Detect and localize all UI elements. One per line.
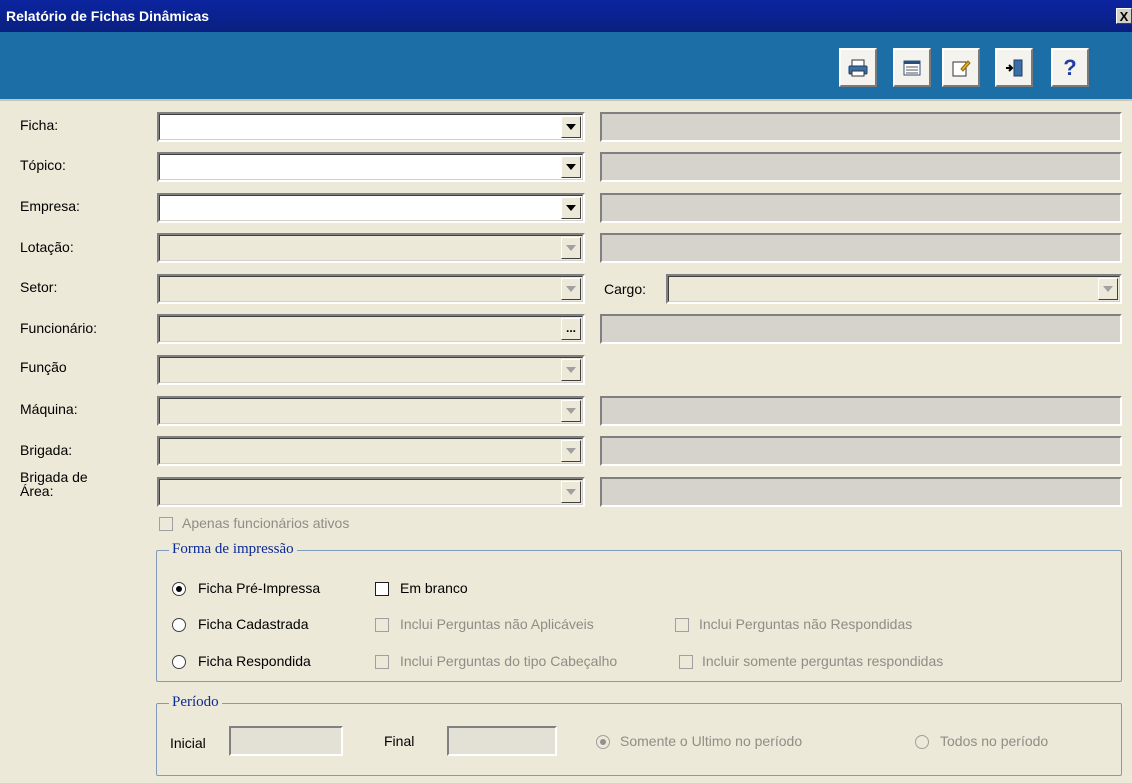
chevron-down-icon[interactable]	[561, 481, 581, 503]
nao-respondidas-checkbox[interactable]	[675, 618, 689, 632]
lotacao-select[interactable]	[157, 233, 585, 263]
ficha-description	[600, 112, 1122, 142]
chevron-down-icon[interactable]	[561, 440, 581, 462]
maquina-label: Máquina:	[20, 401, 78, 417]
topico-select[interactable]	[157, 152, 585, 182]
radio-cadastrada[interactable]	[172, 618, 186, 632]
edit-note-icon	[952, 59, 971, 76]
title-bar: Relatório de Fichas Dinâmicas X	[0, 0, 1132, 32]
radio-somente-ultimo[interactable]	[596, 735, 610, 749]
print-button[interactable]	[839, 48, 877, 87]
close-button[interactable]: X	[1116, 8, 1132, 24]
maquina-description	[600, 396, 1122, 426]
forma-impressao-legend: Forma de impressão	[169, 541, 297, 558]
brigada-area-label-line2: Área:	[20, 483, 54, 499]
radio-pre-impressa[interactable]	[172, 582, 186, 596]
radio-todos[interactable]	[915, 735, 929, 749]
exit-button[interactable]	[995, 48, 1033, 87]
edit-button[interactable]	[942, 48, 980, 87]
brigada-select[interactable]	[157, 436, 585, 466]
cabecalho-checkbox[interactable]	[375, 655, 389, 669]
brigada-label: Brigada:	[20, 442, 73, 458]
chevron-down-icon[interactable]	[561, 359, 581, 381]
window-title: Relatório de Fichas Dinâmicas	[6, 8, 210, 24]
help-button[interactable]: ?	[1051, 48, 1089, 87]
ficha-select[interactable]	[157, 112, 585, 142]
pre-impressa-label: Ficha Pré-Impressa	[198, 580, 321, 596]
printer-icon	[848, 59, 868, 76]
brigada-area-description	[600, 477, 1122, 507]
funcao-label: Função	[20, 359, 67, 375]
empresa-label: Empresa:	[20, 198, 80, 214]
somente-ultimo-label: Somente o Ultimo no período	[620, 733, 803, 749]
funcionario-label: Funcionário:	[20, 320, 98, 336]
cabecalho-label: Inclui Perguntas do tipo Cabeçalho	[400, 653, 618, 669]
em-branco-label: Em branco	[400, 580, 468, 596]
cadastrada-label: Ficha Cadastrada	[198, 616, 309, 632]
funcionario-field[interactable]: ...	[157, 314, 585, 344]
inicial-date-input[interactable]	[229, 726, 343, 756]
periodo-legend: Período	[169, 694, 222, 711]
setor-select[interactable]	[157, 274, 585, 304]
chevron-down-icon[interactable]	[561, 116, 581, 138]
chevron-down-icon[interactable]	[561, 156, 581, 178]
chevron-down-icon[interactable]	[561, 278, 581, 300]
table-icon	[903, 60, 921, 75]
chevron-down-icon[interactable]	[561, 197, 581, 219]
lookup-button[interactable]: ...	[561, 318, 581, 340]
help-icon: ?	[1063, 54, 1077, 80]
setor-label: Setor:	[20, 279, 58, 295]
chevron-down-icon[interactable]	[561, 400, 581, 422]
radio-respondida[interactable]	[172, 655, 186, 669]
somente-respondidas-checkbox[interactable]	[679, 655, 693, 669]
brigada-description	[600, 436, 1122, 466]
toolbar: ?	[0, 32, 1132, 101]
maquina-select[interactable]	[157, 396, 585, 426]
lotacao-label: Lotação:	[20, 239, 74, 255]
todos-label: Todos no período	[940, 733, 1049, 749]
nao-aplicaveis-label: Inclui Perguntas não Aplicáveis	[400, 616, 594, 632]
em-branco-checkbox[interactable]	[375, 582, 389, 596]
exit-door-icon	[1006, 59, 1023, 76]
lotacao-description	[600, 233, 1122, 263]
ficha-label: Ficha:	[20, 117, 59, 133]
nao-aplicaveis-checkbox[interactable]	[375, 618, 389, 632]
brigada-area-select[interactable]	[157, 477, 585, 507]
nao-respondidas-label: Inclui Perguntas não Respondidas	[699, 616, 913, 632]
final-label: Final	[384, 733, 415, 749]
empresa-select[interactable]	[157, 193, 585, 223]
preview-button[interactable]	[893, 48, 931, 87]
respondida-label: Ficha Respondida	[198, 653, 311, 669]
apenas-ativos-label: Apenas funcionários ativos	[182, 515, 350, 531]
topico-label: Tópico:	[20, 157, 66, 173]
final-date-input[interactable]	[447, 726, 557, 756]
chevron-down-icon[interactable]	[561, 237, 581, 259]
somente-respondidas-label: Incluir somente perguntas respondidas	[702, 653, 944, 669]
cargo-select[interactable]	[666, 274, 1122, 304]
funcionario-description	[600, 314, 1122, 344]
brigada-area-label: Brigada de Área:	[20, 470, 88, 498]
funcao-select[interactable]	[157, 355, 585, 385]
empresa-description	[600, 193, 1122, 223]
apenas-ativos-checkbox[interactable]	[159, 517, 173, 531]
inicial-label: Inicial	[170, 735, 206, 751]
topico-description	[600, 152, 1122, 182]
chevron-down-icon[interactable]	[1098, 278, 1118, 300]
cargo-label: Cargo:	[604, 281, 647, 297]
